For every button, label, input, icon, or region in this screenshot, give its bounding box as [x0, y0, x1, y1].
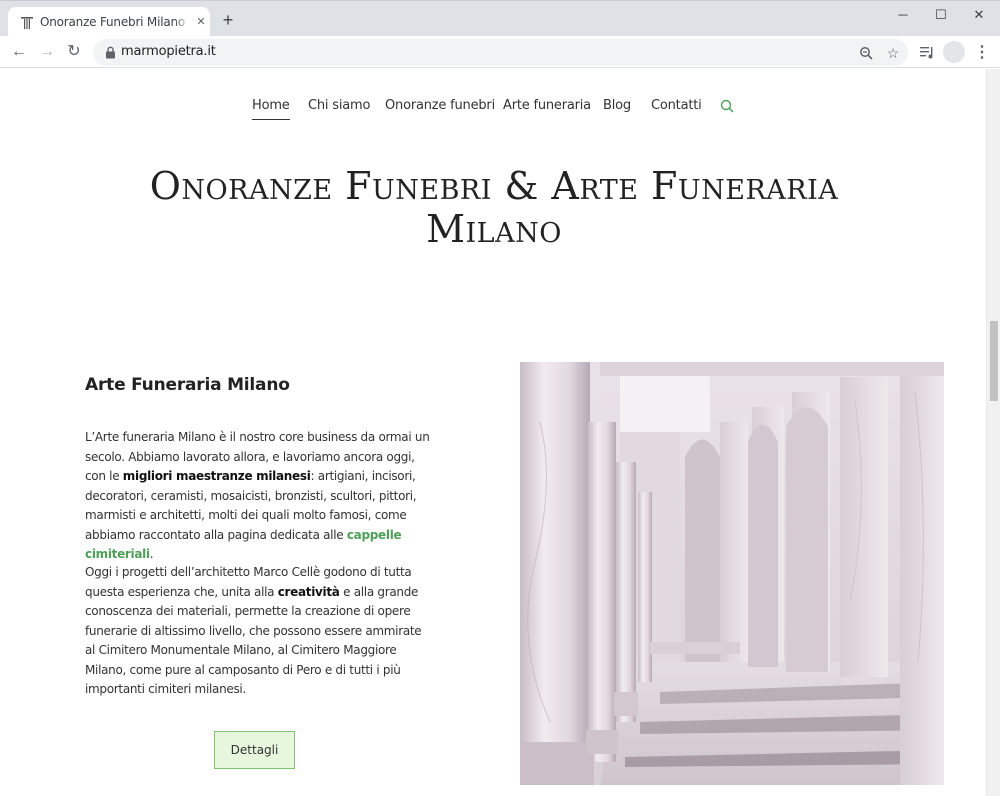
projects-paragraph: Oggi i progetti dell’architetto Marco Ce…: [85, 565, 422, 696]
url-text: marmopietra.it: [121, 44, 216, 59]
page-title-line2: Milano: [426, 207, 562, 251]
lock-icon: [106, 46, 115, 59]
minimize-icon[interactable]: ─: [889, 5, 917, 25]
profile-avatar[interactable]: [943, 41, 965, 63]
web-page: Home Chi siamo Onoranze funebri Arte fun…: [1, 69, 986, 796]
browser-toolbar: ← → ↻ marmopietra.it ☆ ⋮: [0, 36, 1000, 68]
nav-item-arte-funeraria[interactable]: Arte funeraria: [503, 98, 591, 113]
browser-tab[interactable]: Onoranze Funebri Milano e Arte ✕: [8, 7, 210, 38]
main-nav: Home Chi siamo Onoranze funebri Arte fun…: [1, 98, 986, 122]
back-icon[interactable]: ←: [8, 41, 30, 63]
page-title-line1: Onoranze Funebri & Arte Funeraria: [149, 164, 839, 208]
nav-item-home[interactable]: Home: [252, 98, 290, 120]
browser-menu-icon[interactable]: ⋮: [974, 42, 990, 64]
section-title: Arte Funeraria Milano: [85, 375, 290, 395]
bookmark-star-icon[interactable]: ☆: [883, 43, 903, 63]
browser-tab-strip: Onoranze Funebri Milano e Arte ✕ + ─ ☐ ✕: [0, 0, 1000, 38]
page-title: Onoranze Funebri & Arte Funeraria Milano: [61, 165, 927, 251]
search-icon[interactable]: [720, 99, 734, 113]
dettagli-button[interactable]: Dettagli: [214, 731, 295, 769]
intro-paragraph: L’Arte funeraria Milano è il nostro core…: [85, 430, 430, 561]
reload-icon[interactable]: ↻: [63, 41, 85, 63]
highlight-creativita: creatività: [277, 584, 340, 599]
scrollbar-thumb[interactable]: [990, 321, 998, 401]
nav-item-contatti[interactable]: Contatti: [651, 98, 702, 113]
forward-icon[interactable]: →: [36, 41, 58, 63]
maximize-icon[interactable]: ☐: [927, 5, 955, 25]
highlight-maestranze: migliori maestranze milanesi: [122, 469, 311, 483]
zoom-icon[interactable]: [856, 43, 876, 63]
media-queue-icon[interactable]: [916, 42, 938, 64]
nav-item-onoranze-funebri[interactable]: Onoranze funebri: [385, 98, 495, 113]
site-favicon-icon: [21, 17, 33, 29]
close-tab-icon[interactable]: ✕: [194, 15, 208, 29]
nav-item-blog[interactable]: Blog: [603, 98, 631, 113]
address-bar[interactable]: marmopietra.it ☆: [93, 39, 908, 66]
page-scrollbar[interactable]: [986, 69, 1000, 796]
close-window-icon[interactable]: ✕: [965, 5, 993, 25]
tab-title: Onoranze Funebri Milano e Arte: [40, 15, 188, 29]
new-tab-icon[interactable]: +: [219, 11, 237, 29]
marble-colonnade-image: [520, 362, 944, 785]
nav-item-chi-siamo[interactable]: Chi siamo: [308, 98, 370, 113]
